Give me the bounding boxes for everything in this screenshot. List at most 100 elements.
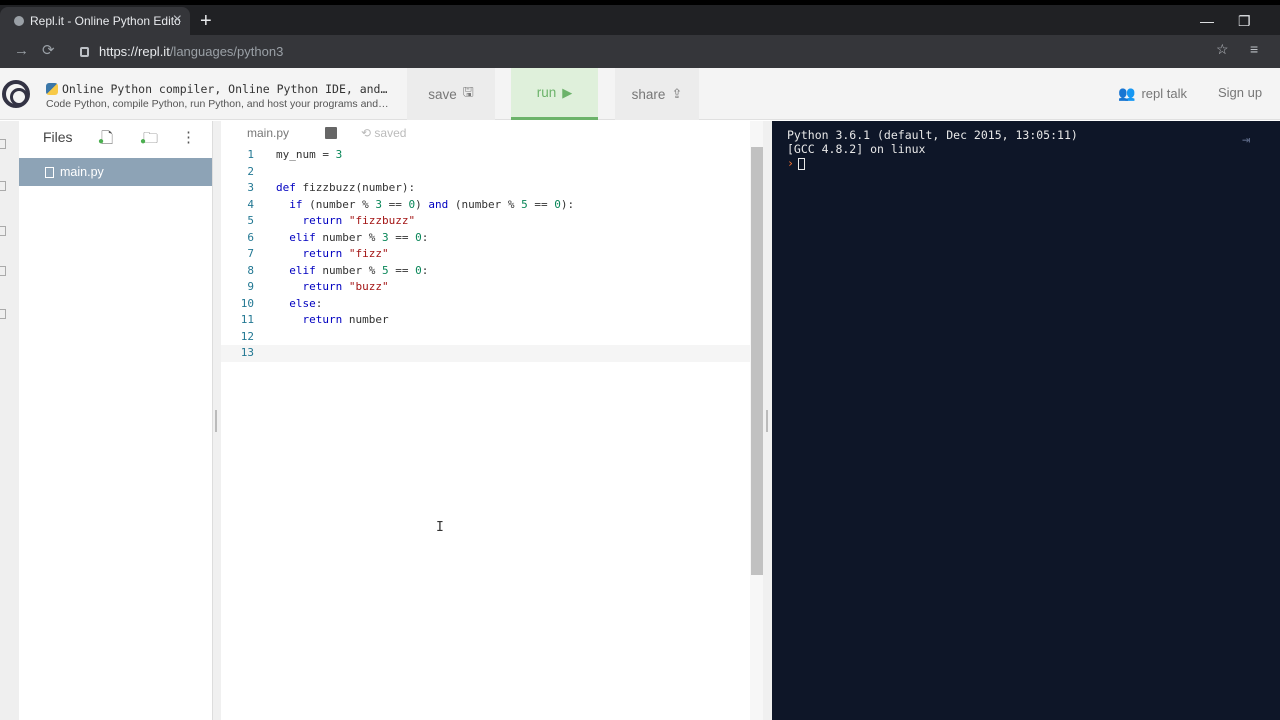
line-number: 4 [247,197,254,211]
browser-tabstrip: Repl.it - Online Python Editor and × + —… [0,5,1280,35]
left-rail [0,121,19,720]
line-number: 9 [247,280,254,293]
rail-env-icon[interactable] [0,266,6,276]
code-line[interactable]: 4 if (number % 3 == 0) and (number % 5 =… [221,197,751,214]
new-tab-button[interactable]: + [200,11,212,31]
run-label: run [536,85,557,100]
files-heading: Files [43,129,73,145]
line-number: 12 [240,329,254,343]
code-line[interactable]: 10 else: [221,296,751,313]
code-line[interactable]: 13 [221,345,751,362]
code-line[interactable]: 11 return number [221,312,751,329]
replit-logo-icon[interactable] [2,80,30,108]
console-cursor [797,157,805,170]
line-number: 5 [247,214,254,227]
repl-title[interactable]: Online Python compiler, Online Python ID… [46,82,387,96]
line-code: if (number % 3 == 0) and (number % 5 == … [289,197,575,211]
floppy-icon: 🖫 [462,84,474,99]
code-line[interactable]: 5 return "fizzbuzz" [221,213,751,230]
more-options-icon[interactable]: ⋮ [181,128,196,146]
code-editor[interactable]: main.py ⟲ saved 1 my_num = 3 2 3 def fizzbuz… [221,121,763,720]
editor-scrollbar[interactable] [751,147,763,575]
star-icon[interactable]: ☆ [1216,41,1229,58]
file-icon [45,166,54,178]
favicon-icon [14,16,24,26]
rail-files-icon[interactable] [0,139,6,149]
line-code: elif number % 3 == 0: [289,230,429,244]
repl-title-text: Online Python compiler, Online Python ID… [62,82,388,96]
resize-handle[interactable] [766,410,768,432]
line-number: 3 [247,181,254,194]
line-number: 2 [247,164,254,178]
line-number: 13 [240,346,254,359]
console-prompt[interactable]: › [787,156,805,170]
code-line[interactable]: 8 elif number % 5 == 0: [221,263,751,280]
code-line[interactable]: 3 def fizzbuzz(number): [221,180,751,197]
add-file-icon[interactable]: 🗋 ● [98,128,113,153]
console[interactable]: Python 3.6.1 (default, Dec 2015, 13:05:1… [772,121,1280,720]
share-button[interactable]: share ⇪ [615,68,699,120]
line-code: elif number % 5 == 0: [289,263,429,277]
save-label: save [428,86,457,102]
rail-packages-icon[interactable] [0,181,6,191]
resize-handle[interactable] [215,410,217,432]
rail-user-icon[interactable] [0,226,6,236]
minimize-button[interactable]: — [1200,13,1214,29]
line-code: return "buzz" [302,280,389,293]
restore-button[interactable]: ❐ [1238,13,1251,30]
console-line: Python 3.6.1 (default, Dec 2015, 13:05:1… [787,128,1078,142]
line-number: 6 [247,230,254,244]
line-number: 10 [240,296,254,310]
code-line[interactable]: 7 return "fizz" [221,246,751,263]
line-number: 11 [240,313,254,326]
url-field[interactable]: https://repl.it/languages/python3 [68,39,1246,64]
saved-status: ⟲ saved [361,126,407,140]
app-header: Online Python compiler, Online Python ID… [0,68,1280,120]
line-number: 1 [247,148,254,161]
console-line: [GCC 4.8.2] on linux [787,142,926,156]
share-icon: ⇪ [671,86,683,101]
line-code: def fizzbuzz(number): [276,181,416,194]
console-expand-icon[interactable]: ⇥ [1242,132,1250,148]
repl-description: Code Python, compile Python, run Python,… [46,98,389,110]
file-item-main-py[interactable]: main.py [19,158,212,186]
people-icon: 👥 [1118,85,1136,101]
format-icon[interactable] [325,127,337,139]
tab-close-icon[interactable]: × [173,12,182,28]
code-line[interactable]: 6 elif number % 3 == 0: [221,230,751,247]
tab-title: Repl.it - Online Python Editor and [30,14,180,28]
code-line[interactable]: 1 my_num = 3 [221,147,751,164]
saved-label: saved [374,126,407,140]
url-path: /languages/python3 [169,44,284,59]
reload-icon[interactable]: ⟳ [42,43,55,59]
line-number: 8 [247,263,254,277]
save-button[interactable]: save 🖫 [407,68,495,120]
repl-talk-link[interactable]: 👥 repl talk [1118,85,1187,102]
editor-tab-main-py[interactable]: main.py [247,126,289,140]
code-line[interactable]: 12 [221,329,751,346]
line-code: else: [289,296,323,310]
extensions-icon[interactable]: ≡ [1250,41,1258,57]
address-bar: → ⟳ https://repl.it/languages/python3 ☆ … [0,35,1280,68]
editor-tabbar: main.py ⟲ saved [221,121,763,147]
sign-up-link[interactable]: Sign up [1218,85,1262,100]
share-label: share [631,86,666,102]
line-code: return "fizzbuzz" [302,214,416,227]
forward-icon[interactable]: → [14,43,29,59]
line-code: return "fizz" [302,247,389,260]
lock-icon [80,46,89,57]
code-area[interactable]: 1 my_num = 3 2 3 def fizzbuzz(number): 4 if (… [221,147,751,362]
code-line[interactable]: 9 return "buzz" [221,279,751,296]
line-code: return number [302,313,389,326]
url-host: https://repl.it [99,44,170,59]
files-panel: Files 🗋 ● 🗀 ● ⋮ main.py [19,121,212,720]
code-line[interactable]: 2 [221,164,751,181]
run-button[interactable]: run ▶ [511,68,598,120]
rail-settings-icon[interactable] [0,309,6,319]
repl-talk-label: repl talk [1141,86,1187,101]
browser-tab[interactable]: Repl.it - Online Python Editor and × [0,7,190,35]
line-code: my_num = 3 [276,148,343,161]
file-name: main.py [60,165,104,179]
add-folder-icon[interactable]: 🗀 ● [140,128,158,153]
text-cursor-icon: I [436,520,444,535]
